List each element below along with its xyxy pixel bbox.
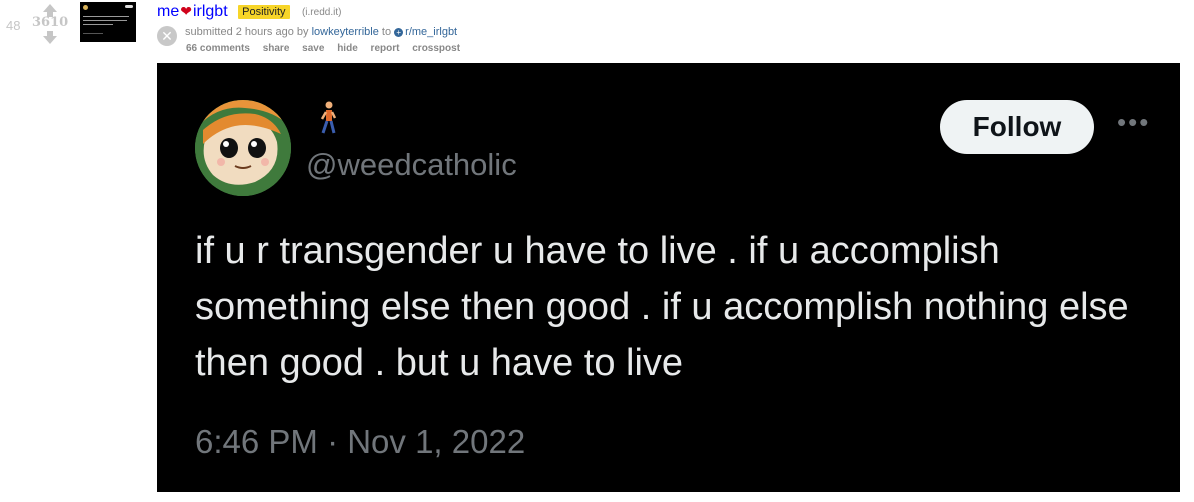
crosspost-button[interactable]: crosspost — [412, 43, 460, 54]
tweet-text: if u r transgender u have to live . if u… — [195, 230, 1129, 384]
close-icon[interactable]: ✕ — [157, 26, 177, 46]
subreddit-link[interactable]: r/me_irlgbt — [405, 26, 457, 38]
follow-button[interactable]: Follow — [940, 100, 1094, 154]
post-tagline: submitted 2 hours ago by lowkeyterrible … — [185, 26, 457, 38]
hide-button[interactable]: hide — [337, 43, 358, 54]
more-options-icon[interactable]: ••• — [1117, 107, 1150, 137]
thumbnail-text-line — [83, 20, 127, 21]
post-thumbnail[interactable] — [80, 2, 136, 42]
person-walking-icon — [317, 101, 339, 142]
post-flair[interactable]: Positivity — [238, 5, 290, 19]
title-prefix: me — [157, 3, 180, 20]
title-row: me❤irlgbt Positivity (i.redd.it) — [157, 3, 341, 21]
upvote-arrow-icon[interactable] — [43, 4, 57, 17]
thumbnail-text-line — [83, 33, 103, 34]
thumbnail-follow — [125, 5, 133, 8]
share-button[interactable]: share — [263, 43, 290, 54]
thumbnail-text-line — [83, 16, 129, 17]
post-score: 3610 — [32, 15, 69, 30]
tweet-avatar — [195, 100, 291, 196]
thumbnail-avatar — [83, 5, 88, 10]
post-domain[interactable]: (i.redd.it) — [302, 7, 341, 18]
comments-link[interactable]: 66 comments — [186, 43, 250, 54]
post-title[interactable]: me❤irlgbt — [157, 3, 228, 20]
thumbnail-text-line — [83, 24, 113, 25]
tweet-handle[interactable]: @weedcatholic — [306, 147, 517, 183]
submitted-text: submitted 2 hours ago by — [185, 26, 309, 38]
vote-box: 3610 — [32, 4, 68, 44]
to-text: to — [381, 26, 392, 38]
reddit-post: 48 3610 me❤irlgbt Positivity (i.redd.it)… — [0, 0, 1194, 502]
avatar-illustration — [195, 100, 291, 196]
post-image[interactable]: @weedcatholic Follow ••• if u r transgen… — [157, 63, 1180, 492]
save-button[interactable]: save — [302, 43, 324, 54]
post-buttons: 66 comments share save hide report cross… — [186, 43, 470, 54]
report-button[interactable]: report — [371, 43, 400, 54]
title-suffix: irlgbt — [192, 3, 228, 20]
post-rank: 48 — [6, 18, 21, 33]
author-link[interactable]: lowkeyterrible — [312, 26, 379, 38]
heart-icon: ❤ — [180, 3, 192, 20]
tweet-timestamp[interactable]: 6:46 PM · Nov 1, 2022 — [195, 423, 525, 461]
downvote-arrow-icon[interactable] — [43, 31, 57, 44]
subreddit-icon: + — [394, 27, 404, 37]
